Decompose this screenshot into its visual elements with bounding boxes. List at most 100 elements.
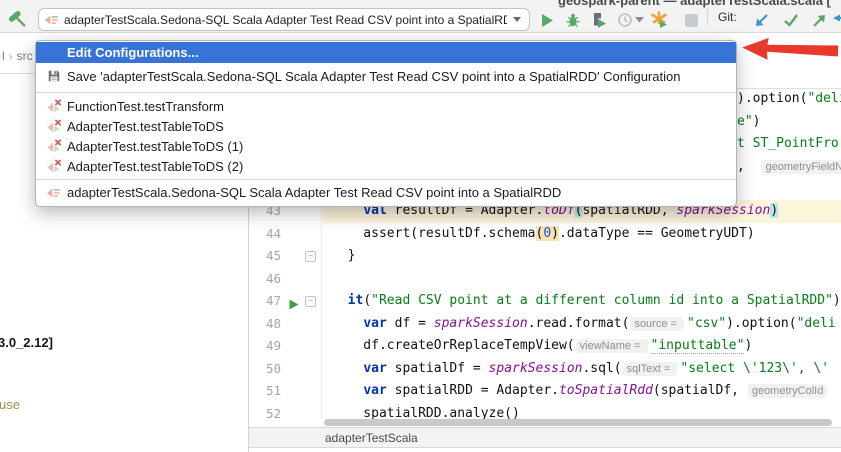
code-line-text: }: [332, 245, 355, 268]
code-token: assert(resultDf.schema: [332, 226, 536, 241]
breadcrumbs-bar: adapterTestScala: [249, 427, 841, 448]
save-icon: [46, 68, 62, 84]
code-line-51[interactable]: 51 var spatialRDD = Adapter.toSpatialRdd…: [249, 380, 841, 403]
stop-button[interactable]: [682, 11, 700, 29]
fold-marker-icon[interactable]: −: [305, 251, 316, 262]
code-token: df.createOrReplaceTempView(: [332, 338, 575, 353]
git-label: Git:: [718, 10, 737, 24]
code-token: "csv": [687, 316, 726, 331]
code-token: var: [363, 316, 386, 331]
code-token: .sql(: [582, 361, 621, 376]
code-line-47[interactable]: 47 − it("Read CSV point at a different co…: [249, 290, 841, 313]
code-line-text: df.createOrReplaceTempView(viewName = "i…: [332, 335, 752, 358]
code-token: it: [348, 293, 364, 308]
line-number: 50: [251, 358, 281, 381]
code-token: ): [744, 338, 752, 353]
line-number: 47: [251, 290, 281, 313]
code-token: ,: [737, 159, 760, 174]
debug-button[interactable]: [564, 11, 582, 29]
build-hammer-icon[interactable]: [9, 11, 27, 29]
menu-separator: [36, 179, 736, 180]
line-number: 46: [251, 268, 281, 291]
code-token: var: [363, 383, 386, 398]
code-token: [332, 316, 363, 331]
git-update-button[interactable]: [752, 11, 770, 29]
line-number: 51: [251, 380, 281, 403]
code-token: [332, 293, 348, 308]
code-line-48[interactable]: 48 var df = sparkSession.read.format(sou…: [249, 313, 841, 336]
inlay-hint: sqlText =: [623, 362, 678, 376]
code-token: ).option(: [726, 316, 796, 331]
code-token: ): [753, 114, 761, 129]
scalatest-config-icon: [45, 13, 59, 27]
window-title: geospark-parent — adapterTestScala.scala…: [558, 0, 831, 8]
code-token: t ST_PointFro: [737, 136, 839, 151]
breadcrumb-item[interactable]: adapterTestScala: [325, 431, 418, 445]
code-token: "inputtable": [651, 338, 745, 354]
menu-item-edit-configurations[interactable]: Edit Configurations...: [36, 42, 736, 63]
code-line-tail: ).option("deli: [737, 88, 841, 111]
code-token: (spatialDf,: [653, 383, 747, 398]
code-line-text: it("Read CSV point at a different column…: [332, 290, 841, 313]
line-number: 48: [251, 313, 281, 336]
test-failed-icon: [46, 98, 62, 114]
code-token: [332, 361, 363, 376]
code-token: var: [363, 361, 386, 376]
line-number: 44: [251, 223, 281, 246]
code-token: sparkSession: [489, 361, 583, 376]
run-configuration-selector[interactable]: adapterTestScala.Sedona-SQL Scala Adapte…: [38, 8, 530, 31]
toolbar-separator: [707, 9, 708, 25]
code-token: sparkSession: [434, 316, 528, 331]
code-line-49[interactable]: 49 df.createOrReplaceTempView(viewName =…: [249, 335, 841, 358]
menu-item-run-config-adaptertest-testtabletods[interactable]: AdapterTest.testTableToDS: [36, 116, 736, 136]
run-anything-star-icon[interactable]: [650, 11, 668, 29]
code-line-text: assert(resultDf.schema(0).dataType == Ge…: [332, 223, 755, 246]
code-token: .read.format(: [528, 316, 630, 331]
nav-crumb-parent[interactable]: l: [2, 49, 5, 63]
run-button[interactable]: [538, 11, 556, 29]
console-text-use: use: [0, 397, 20, 412]
menu-item-run-config-adaptertestscala[interactable]: adapterTestScala.Sedona-SQL Scala Adapte…: [36, 183, 736, 202]
code-token: "Read CSV point at a different column id…: [371, 293, 833, 308]
code-token: spatialDf =: [387, 361, 489, 376]
code-line-50[interactable]: 50 var spatialDf = sparkSession.sql(sqlT…: [249, 358, 841, 381]
menu-item-label: AdapterTest.testTableToDS (1): [67, 139, 243, 154]
scalatest-icon: [46, 185, 62, 201]
inlay-hint: source =: [630, 317, 684, 331]
menu-item-label: Edit Configurations...: [67, 45, 198, 60]
menu-item-run-config-adaptertest-testtabletods-2[interactable]: AdapterTest.testTableToDS (2): [36, 156, 736, 176]
chevron-right-icon: ›: [9, 49, 13, 63]
menu-item-save-configuration[interactable]: Save 'adapterTestScala.Sedona-SQL Scala …: [36, 63, 736, 89]
horizontal-scrollbar[interactable]: [324, 419, 832, 426]
code-token: ): [770, 203, 778, 218]
code-token: .dataType == GeometryUDT): [559, 226, 755, 241]
code-token: ): [551, 226, 559, 241]
test-failed-icon: [46, 118, 62, 134]
code-line-tail: e"): [737, 111, 760, 134]
code-token: [332, 383, 363, 398]
menu-item-label: Save 'adapterTestScala.Sedona-SQL Scala …: [67, 69, 680, 84]
code-token: spatialRDD = Adapter.: [387, 383, 559, 398]
code-line-44[interactable]: 44 assert(resultDf.schema(0).dataType ==…: [249, 223, 841, 246]
ide-window: 43 val resultDf = Adapter.toDf(spatialRD…: [0, 0, 841, 452]
profiler-dropdown-icon[interactable]: [634, 11, 644, 29]
run-configurations-menu: Edit Configurations... Save 'adapterTestS…: [35, 40, 737, 207]
menu-item-run-config-adaptertest-testtabletods-1[interactable]: AdapterTest.testTableToDS (1): [36, 136, 736, 156]
git-push-button[interactable]: [810, 11, 828, 29]
menu-item-label: adapterTestScala.Sedona-SQL Scala Adapte…: [67, 185, 561, 200]
inlay-hint: geometryColId: [748, 384, 828, 398]
git-commit-button[interactable]: [782, 11, 800, 29]
menu-item-label: AdapterTest.testTableToDS (2): [67, 159, 243, 174]
code-token: "select \'123\', \': [680, 361, 829, 376]
nav-crumb-src[interactable]: src: [17, 49, 33, 63]
code-line-46[interactable]: 46: [249, 268, 841, 291]
code-token: "deli: [797, 316, 836, 331]
run-with-coverage-button[interactable]: [590, 11, 608, 29]
code-token: 0: [543, 226, 551, 241]
git-extra-icon[interactable]: [832, 11, 841, 29]
profiler-button[interactable]: [616, 11, 634, 29]
fold-marker-icon[interactable]: −: [305, 296, 316, 307]
code-line-45[interactable]: 45− }: [249, 245, 841, 268]
test-failed-icon: [46, 138, 62, 154]
menu-item-run-config-functiontest-testtransform[interactable]: FunctionTest.testTransform: [36, 96, 736, 116]
